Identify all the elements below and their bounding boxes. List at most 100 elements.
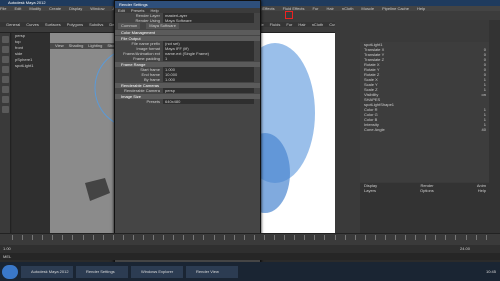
- timeline-tick: [223, 235, 225, 240]
- layout-four-icon[interactable]: [2, 106, 9, 113]
- render-settings-icon[interactable]: [285, 11, 293, 19]
- viewport-menu-item[interactable]: View: [55, 43, 64, 48]
- shape-channel-row[interactable]: Cone Angle 40: [360, 127, 490, 132]
- settings-row: Frame padding 1: [115, 56, 260, 61]
- taskbar-button[interactable]: Windows Explorer: [131, 265, 183, 278]
- dialog-tab[interactable]: Maya Software: [146, 23, 179, 29]
- timeline-tick: [445, 235, 447, 240]
- settings-field[interactable]: 640x480: [163, 99, 254, 104]
- render-settings-dialog: Render Settings Edit Presets Help Render L…: [114, 0, 261, 270]
- timeline-tick: [394, 235, 396, 240]
- shelf-tab[interactable]: Fluids: [270, 22, 281, 27]
- timeline-tick: [12, 235, 13, 240]
- shelf-tab[interactable]: Polygons: [67, 22, 83, 27]
- timeline-tick: [324, 235, 326, 240]
- range-slider[interactable]: 1.00 24.00: [0, 245, 500, 253]
- lasso-tool-icon[interactable]: [2, 46, 9, 53]
- timeline-tick: [274, 235, 276, 240]
- toolbox: [0, 33, 11, 243]
- timeline-tick: [344, 235, 346, 240]
- range-end[interactable]: 24.00: [460, 246, 470, 251]
- timeline-tick: [143, 235, 145, 240]
- shelf-tab[interactable]: Fur: [286, 22, 292, 27]
- manipulator-icon[interactable]: [2, 86, 9, 93]
- taskbar-button[interactable]: Render View: [186, 265, 238, 278]
- timeline-tick: [233, 235, 235, 240]
- timeline-tick: [132, 235, 134, 240]
- settings-row: Presets 640x480: [115, 99, 260, 104]
- dialog-title: Render Settings: [115, 1, 260, 8]
- timeline-tick: [42, 235, 44, 240]
- shelf-tab[interactable]: Curves: [26, 22, 39, 27]
- layout-single-icon[interactable]: [2, 96, 9, 103]
- timeline-tick: [405, 235, 407, 240]
- layer-menu: Layers Options Help: [360, 188, 490, 193]
- timeline-tick: [374, 235, 376, 240]
- timeline-tick: [354, 235, 356, 240]
- settings-row: Renderable Camera persp: [115, 88, 260, 93]
- timeline-tick: [475, 235, 477, 240]
- timeline-tick: [334, 235, 336, 240]
- timeline-tick: [364, 235, 366, 240]
- viewport-menu-item[interactable]: Shading: [69, 43, 84, 48]
- timeline-tick: [92, 235, 94, 240]
- timeline-tick: [304, 235, 306, 240]
- timeline-tick: [163, 235, 165, 240]
- layer-menu-item[interactable]: Options: [420, 188, 434, 193]
- dialog-tab[interactable]: Common: [118, 23, 141, 29]
- start-button[interactable]: [2, 264, 18, 279]
- timeline-tick: [193, 235, 195, 240]
- select-tool-icon[interactable]: [2, 36, 9, 43]
- system-clock[interactable]: 10:45: [486, 269, 496, 274]
- timeline-tick: [122, 235, 124, 240]
- render-image: [235, 33, 335, 233]
- timeline-tick: [384, 235, 386, 240]
- rotate-tool-icon[interactable]: [2, 66, 9, 73]
- settings-label: By frame: [143, 77, 160, 82]
- taskbar: Autodesk Maya 2012 Render Settings Windows…: [0, 262, 500, 281]
- scale-tool-icon[interactable]: [2, 76, 9, 83]
- range-start[interactable]: 1.00: [3, 246, 11, 251]
- settings-field[interactable]: 1.000: [163, 77, 254, 82]
- shelf-tab[interactable]: Surfaces: [45, 22, 61, 27]
- viewport-menu-item[interactable]: Lighting: [88, 43, 102, 48]
- settings-field[interactable]: 1: [163, 56, 254, 61]
- timeline-tick: [465, 235, 467, 240]
- timeline-tick: [253, 235, 255, 240]
- timeline-tick: [425, 235, 427, 240]
- move-tool-icon[interactable]: [2, 56, 9, 63]
- timeline-tick: [263, 235, 265, 240]
- taskbar-button[interactable]: Autodesk Maya 2012: [21, 265, 73, 278]
- layer-menu-item[interactable]: Help: [478, 188, 486, 193]
- section-color-management[interactable]: Color Management: [115, 30, 260, 35]
- timeline-tick: [213, 235, 215, 240]
- channel-name: Cone Angle: [364, 127, 385, 132]
- timeline-tick: [415, 235, 417, 240]
- render-view: [235, 33, 335, 233]
- outliner-item[interactable]: spotLight1: [12, 63, 50, 69]
- timeline-ticks: [12, 235, 487, 241]
- settings-field[interactable]: persp: [163, 88, 254, 93]
- settings-label: Renderable Camera: [123, 88, 160, 93]
- timeline-tick: [153, 235, 155, 240]
- dialog-tabs: Common Maya Software: [115, 23, 260, 29]
- timeline-tick: [294, 235, 296, 240]
- timeline-tick: [203, 235, 205, 240]
- outliner-panel: persp top front side pSphere1 spotLight1: [12, 33, 50, 233]
- settings-label: Frame padding: [133, 56, 160, 61]
- shelf-tab[interactable]: Hair: [298, 22, 305, 27]
- channel-value[interactable]: 40: [482, 127, 486, 132]
- channel-value[interactable]: on: [482, 92, 486, 97]
- command-line[interactable]: MEL: [0, 253, 500, 260]
- timeline-tick: [284, 235, 286, 240]
- timeline-tick: [22, 235, 24, 240]
- shelf-tab[interactable]: Subdivs: [89, 22, 103, 27]
- timeline-tick: [173, 235, 175, 240]
- timeline-tick: [52, 235, 54, 240]
- shelf-tab[interactable]: nCloth: [312, 22, 324, 27]
- taskbar-button[interactable]: Render Settings: [76, 265, 128, 278]
- channel-scrollbar[interactable]: [489, 20, 500, 245]
- settings-label: Presets: [146, 99, 160, 104]
- shelf-tab[interactable]: General: [6, 22, 20, 27]
- layer-menu-item[interactable]: Layers: [364, 188, 376, 193]
